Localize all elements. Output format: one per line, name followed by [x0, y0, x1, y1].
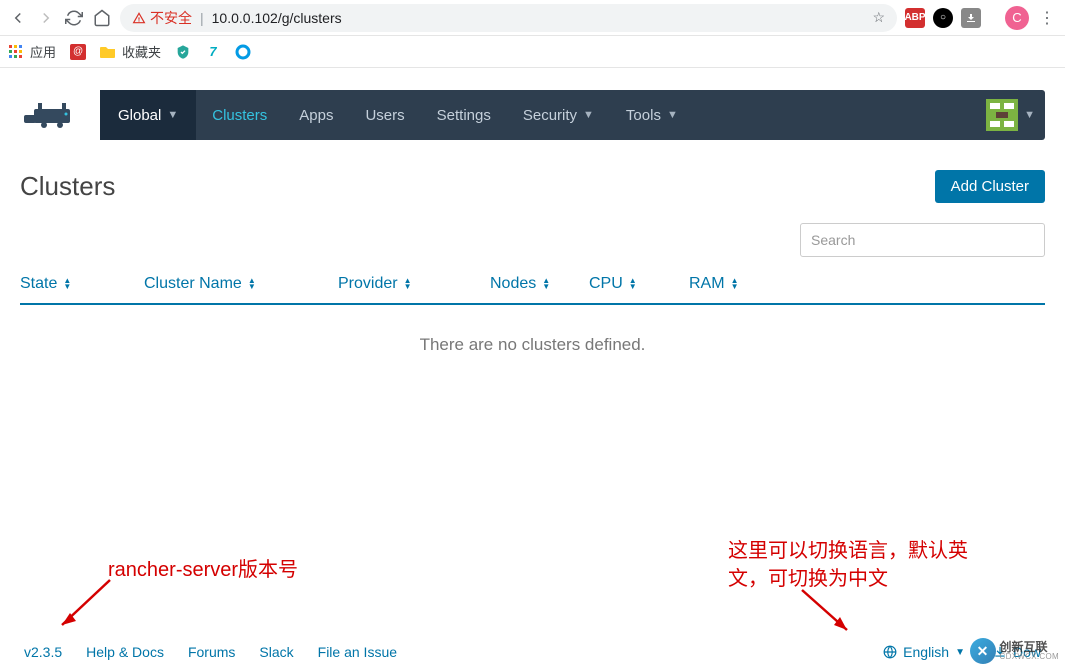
favorites-label: 收藏夹: [122, 42, 161, 61]
bookmarks-bar: 应用 @ 收藏夹 7: [0, 36, 1065, 68]
globe-icon: [883, 645, 897, 659]
bookmark-item-1[interactable]: @: [70, 44, 86, 60]
insecure-badge: 不安全: [132, 8, 192, 28]
apps-label: 应用: [30, 42, 56, 61]
seven-icon: 7: [205, 44, 221, 60]
rancher-logo[interactable]: [20, 95, 84, 136]
apps-bookmark[interactable]: 应用: [8, 42, 56, 61]
column-state[interactable]: State▲▼: [20, 275, 144, 293]
column-ram[interactable]: RAM▲▼: [689, 275, 779, 293]
main-content: Clusters Add Cluster State▲▼ Cluster Nam…: [0, 140, 1065, 385]
column-nodes[interactable]: Nodes▲▼: [490, 275, 589, 293]
column-provider[interactable]: Provider▲▼: [338, 275, 490, 293]
bookmark-icon: @: [70, 44, 86, 60]
nav-clusters[interactable]: Clusters: [196, 90, 283, 140]
arrow-left: [50, 575, 120, 635]
language-label: English: [903, 644, 949, 660]
user-avatar: [986, 99, 1018, 131]
empty-state-message: There are no clusters defined.: [20, 305, 1045, 385]
nav-apps[interactable]: Apps: [283, 90, 349, 140]
sort-icon: ▲▼: [731, 278, 739, 290]
help-link[interactable]: Help & Docs: [86, 644, 164, 660]
abp-extension-icon[interactable]: ABP: [905, 8, 925, 28]
table-header-row: State▲▼ Cluster Name▲▼ Provider▲▼ Nodes▲…: [20, 275, 1045, 305]
chevron-down-icon: ▼: [955, 647, 965, 658]
annotation-language-line1: 这里可以切换语言，默认英: [728, 534, 968, 563]
sort-icon: ▲▼: [404, 278, 412, 290]
browser-toolbar: 不安全 | 10.0.0.102/g/clusters ☆ ABP ○ C ⋮: [0, 0, 1065, 36]
sort-icon: ▲▼: [248, 278, 256, 290]
annotation-language-line2: 文，可切换为中文: [728, 562, 888, 591]
slack-link[interactable]: Slack: [259, 644, 293, 660]
forward-button[interactable]: [36, 8, 56, 28]
watermark-en: CDXWCX.COM: [1000, 653, 1059, 661]
bookmark-item-seven[interactable]: 7: [205, 44, 221, 60]
annotation-version: rancher-server版本号: [108, 553, 298, 582]
version-link[interactable]: v2.3.5: [24, 644, 62, 660]
back-button[interactable]: [8, 8, 28, 28]
language-selector[interactable]: English ▼: [883, 644, 965, 660]
global-scope-dropdown[interactable]: Global ▼: [100, 90, 196, 140]
download-extension-icon[interactable]: [961, 8, 981, 28]
insecure-label: 不安全: [150, 8, 192, 28]
browser-menu-button[interactable]: ⋮: [1037, 8, 1057, 28]
apps-grid-icon: [8, 44, 24, 60]
watermark: ✕ 创新互联 CDXWCX.COM: [970, 638, 1059, 664]
sort-icon: ▲▼: [63, 278, 71, 290]
chevron-down-icon: ▼: [1024, 109, 1035, 121]
chevron-down-icon: ▼: [667, 109, 678, 121]
favorites-folder[interactable]: 收藏夹: [100, 42, 161, 61]
nav-tools[interactable]: Tools▼: [610, 90, 694, 140]
bookmark-item-circle[interactable]: [235, 44, 251, 60]
watermark-logo: ✕: [970, 638, 996, 664]
nav-security[interactable]: Security▼: [507, 90, 610, 140]
profile-avatar[interactable]: C: [1005, 6, 1029, 30]
forums-link[interactable]: Forums: [188, 644, 235, 660]
file-issue-link[interactable]: File an Issue: [318, 644, 397, 660]
reload-button[interactable]: [64, 8, 84, 28]
chevron-down-icon: ▼: [167, 109, 178, 121]
column-cpu[interactable]: CPU▲▼: [589, 275, 689, 293]
star-icon[interactable]: ☆: [872, 9, 885, 26]
folder-icon: [100, 44, 116, 60]
footer: v2.3.5 Help & Docs Forums Slack File an …: [0, 644, 1065, 660]
nav-users[interactable]: Users: [349, 90, 420, 140]
sort-icon: ▲▼: [542, 278, 550, 290]
global-label: Global: [118, 107, 161, 124]
user-menu[interactable]: ▼: [986, 99, 1035, 131]
arrow-right: [792, 585, 862, 640]
add-cluster-button[interactable]: Add Cluster: [935, 170, 1045, 203]
bookmark-item-shield[interactable]: [175, 44, 191, 60]
sort-icon: ▲▼: [629, 278, 637, 290]
column-cluster-name[interactable]: Cluster Name▲▼: [144, 275, 338, 293]
search-input[interactable]: [800, 223, 1045, 257]
shield-icon: [175, 44, 191, 60]
nav-settings[interactable]: Settings: [421, 90, 507, 140]
address-bar[interactable]: 不安全 | 10.0.0.102/g/clusters ☆: [120, 4, 897, 32]
page-title: Clusters: [20, 171, 115, 202]
home-button[interactable]: [92, 8, 112, 28]
circle-icon: [235, 44, 251, 60]
dark-extension-icon[interactable]: ○: [933, 8, 953, 28]
url-text: 10.0.0.102/g/clusters: [212, 10, 342, 26]
chevron-down-icon: ▼: [583, 109, 594, 121]
